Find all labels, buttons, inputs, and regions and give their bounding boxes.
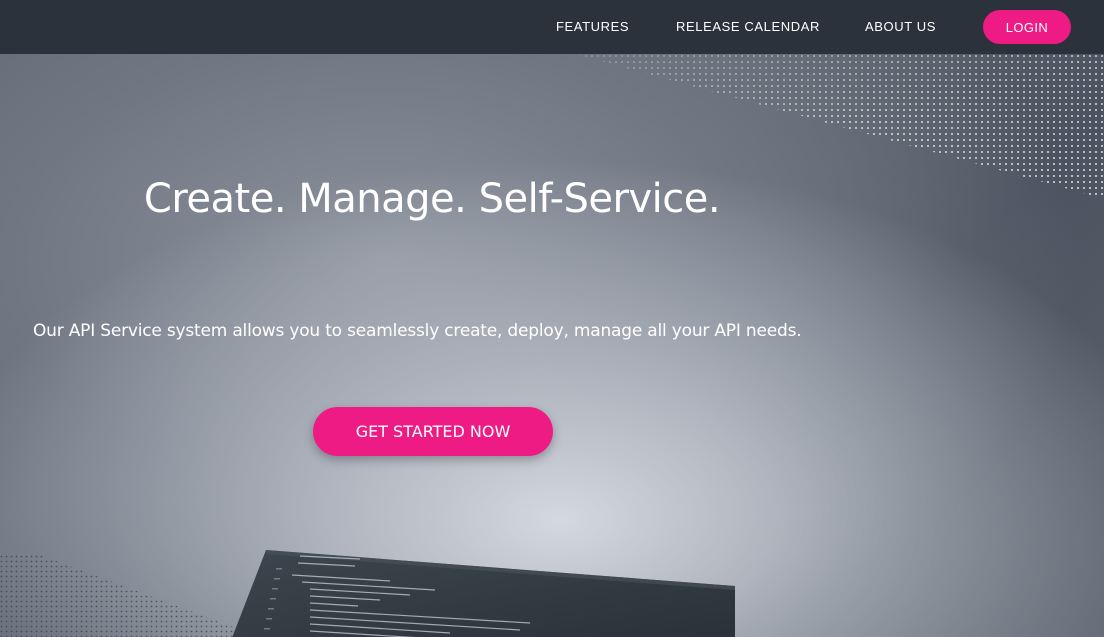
hero-title: Create. Manage. Self-Service. bbox=[143, 176, 721, 222]
nav-about-us-link[interactable]: ABOUT US bbox=[865, 19, 936, 34]
dot-pattern-bottom-decoration bbox=[0, 555, 260, 637]
landing-page: FEATURES RELEASE CALENDAR ABOUT US LOGIN… bbox=[0, 0, 1104, 637]
hero-subtitle: Our API Service system allows you to sea… bbox=[33, 321, 802, 341]
nav-features-link[interactable]: FEATURES bbox=[556, 19, 629, 34]
nav-release-calendar-link[interactable]: RELEASE CALENDAR bbox=[676, 19, 820, 34]
laptop-code-screen-image bbox=[232, 550, 735, 637]
login-button[interactable]: LOGIN bbox=[983, 10, 1071, 44]
get-started-button[interactable]: GET STARTED NOW bbox=[313, 407, 553, 456]
top-navbar: FEATURES RELEASE CALENDAR ABOUT US LOGIN bbox=[0, 0, 1104, 54]
